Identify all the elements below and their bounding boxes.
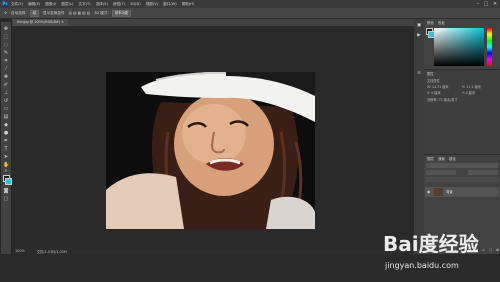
brush-tool-icon[interactable]: ✐ <box>3 82 9 88</box>
workspace-dropdown[interactable]: 基本功能 <box>111 9 132 17</box>
tab-layers[interactable]: 图层 <box>427 156 434 161</box>
history-brush-tool-icon[interactable]: ↺ <box>3 98 9 104</box>
healing-brush-tool-icon[interactable]: ✚ <box>3 74 9 80</box>
tab-paths[interactable]: 路径 <box>449 156 456 161</box>
screen-mode-icon[interactable]: ▢ <box>3 196 9 202</box>
menu-image[interactable]: 图像(I) <box>45 2 56 7</box>
quick-select-tool-icon[interactable]: ✎ <box>3 50 9 56</box>
blend-mode-dropdown[interactable] <box>426 170 456 175</box>
tab-channels[interactable]: 通道 <box>438 156 445 161</box>
layer-row[interactable]: ◉ 背景 <box>425 187 499 197</box>
tools-panel: ✥ ⬚ ◌ ✎ ⌗ ⁄ ✚ ✐ ⊥ ↺ ▭ ▤ ◆ ● ✒ T ➤ ✋ ⌕ ◙ … <box>1 22 12 254</box>
history-icon[interactable]: ▣ <box>416 23 422 29</box>
document-photo[interactable] <box>106 72 315 229</box>
quick-mask-icon[interactable]: ◙ <box>3 188 9 194</box>
align-icons[interactable]: ▥ ▤ ▦ ▧ ▨ <box>69 11 91 15</box>
menu-3d[interactable]: 3D(D) <box>130 2 141 6</box>
menu-edit[interactable]: 编辑(E) <box>28 2 40 7</box>
menu-filter[interactable]: 滤镜(T) <box>113 2 125 7</box>
color-picker-field[interactable] <box>434 28 484 66</box>
type-tool-icon[interactable]: T <box>3 146 9 152</box>
photoshop-logo[interactable]: Ps <box>2 1 8 7</box>
lasso-tool-icon[interactable]: ◌ <box>3 42 9 48</box>
layer-name[interactable]: 背景 <box>446 189 453 195</box>
menu-window[interactable]: 窗口(W) <box>163 2 177 7</box>
options-bar: ✥ 自动选择: 组 显示变换控件 ▥ ▤ ▦ ▧ ▨ 3D 模式: 基本功能 <box>0 8 500 19</box>
menu-view[interactable]: 视图(V) <box>146 2 158 7</box>
auto-select-checkbox[interactable]: 自动选择: <box>11 11 27 16</box>
tab-swatches[interactable]: 色板 <box>438 20 445 25</box>
gradient-tool-icon[interactable]: ▤ <box>3 114 9 120</box>
layer-filter-bar[interactable] <box>426 163 498 168</box>
pen-tool-icon[interactable]: ✒ <box>3 138 9 144</box>
minimize-button[interactable]: – <box>474 1 482 7</box>
eyedropper-tool-icon[interactable]: ⁄ <box>3 66 9 72</box>
move-tool-icon[interactable]: ✥ <box>3 26 9 32</box>
color-panel: 颜色 色板 <box>424 19 500 69</box>
maximize-button[interactable]: □ <box>482 1 490 7</box>
close-button[interactable]: ✕ <box>491 1 499 7</box>
menu-file[interactable]: 文件(F) <box>11 2 23 7</box>
eye-icon[interactable]: ◉ <box>427 189 432 194</box>
crop-tool-icon[interactable]: ⌗ <box>3 58 9 64</box>
auto-select-dropdown[interactable]: 组 <box>29 9 39 17</box>
document-tab[interactable]: hhnjpg @ 100%(RGB/8#) × <box>13 19 68 26</box>
menu-type[interactable]: 文字(Y) <box>78 2 90 7</box>
panel-dock-strip: ▣ ▶ ≡ <box>414 19 424 254</box>
height-value[interactable]: H: 11.1 厘米 <box>462 84 481 89</box>
zoom-level[interactable]: 100% <box>15 249 25 253</box>
baidu-watermark: Bai度经验 jingyan.baidu.com <box>383 228 498 280</box>
clone-stamp-tool-icon[interactable]: ⊥ <box>3 90 9 96</box>
background-color-swatch[interactable] <box>5 178 12 185</box>
resolution-value: 分辨率: 72 像素/英寸 <box>427 98 458 102</box>
properties-panel: 属性 文档属性 W: 14.71 厘米 H: 11.1 厘米 X: 0 厘米 Y… <box>424 69 500 155</box>
eraser-tool-icon[interactable]: ▭ <box>3 106 9 112</box>
hue-slider[interactable] <box>487 28 492 66</box>
watermark-logo: Bai度经验 <box>383 232 479 256</box>
properties-title: 属性 <box>427 72 434 76</box>
watermark-url: jingyan.baidu.com <box>385 261 459 270</box>
zoom-tool-icon[interactable]: ⌕ <box>3 168 9 174</box>
menu-select[interactable]: 选择(S) <box>96 2 108 7</box>
dodge-tool-icon[interactable]: ● <box>3 130 9 136</box>
tab-color[interactable]: 颜色 <box>427 20 434 25</box>
path-select-tool-icon[interactable]: ➤ <box>3 154 9 160</box>
y-value[interactable]: Y: 0 厘米 <box>462 90 475 95</box>
doc-properties-label: 文档属性 <box>427 79 440 83</box>
menu-bar: Ps 文件(F) 编辑(E) 图像(I) 图层(L) 文字(Y) 选择(S) 滤… <box>0 0 500 8</box>
x-value[interactable]: X: 0 厘米 <box>427 90 441 95</box>
marquee-tool-icon[interactable]: ⬚ <box>3 34 9 40</box>
move-tool-icon[interactable]: ✥ <box>4 11 7 15</box>
menu-layer[interactable]: 图层(L) <box>61 2 73 7</box>
layer-thumbnail <box>434 188 443 196</box>
document-info[interactable]: 文档:1.03M/1.03M <box>37 249 67 254</box>
blur-tool-icon[interactable]: ◆ <box>3 122 9 128</box>
width-value[interactable]: W: 14.71 厘米 <box>427 84 449 89</box>
lock-row[interactable] <box>426 177 498 182</box>
properties-icon[interactable]: ≡ <box>416 71 422 77</box>
show-transform-checkbox[interactable]: 显示变换控件 <box>43 11 65 16</box>
actions-icon[interactable]: ▶ <box>416 33 422 39</box>
portrait-photo <box>106 72 315 229</box>
opacity-field[interactable] <box>468 170 498 175</box>
mode-3d-label: 3D 模式: <box>94 10 109 15</box>
menu-help[interactable]: 帮助(H) <box>182 2 195 7</box>
document-tab-bar: hhnjpg @ 100%(RGB/8#) × <box>12 19 414 26</box>
